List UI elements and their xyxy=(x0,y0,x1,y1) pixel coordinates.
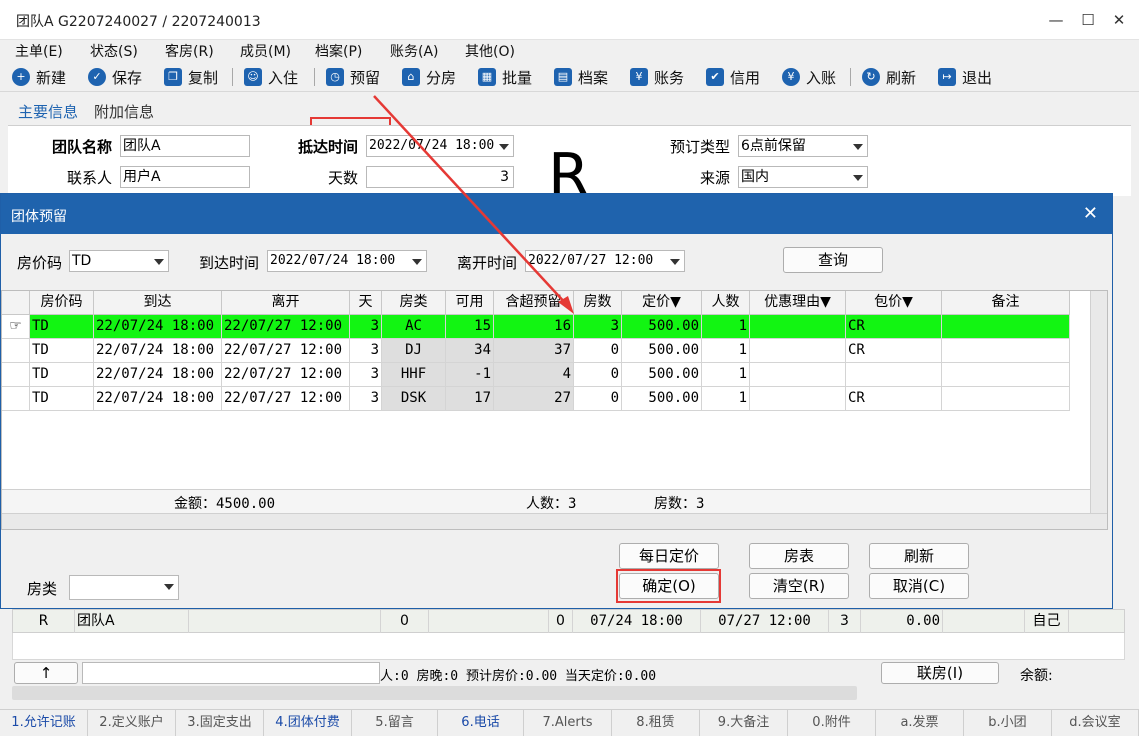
annotation-arrow-line xyxy=(373,95,569,307)
annotation-arrow xyxy=(373,95,574,314)
